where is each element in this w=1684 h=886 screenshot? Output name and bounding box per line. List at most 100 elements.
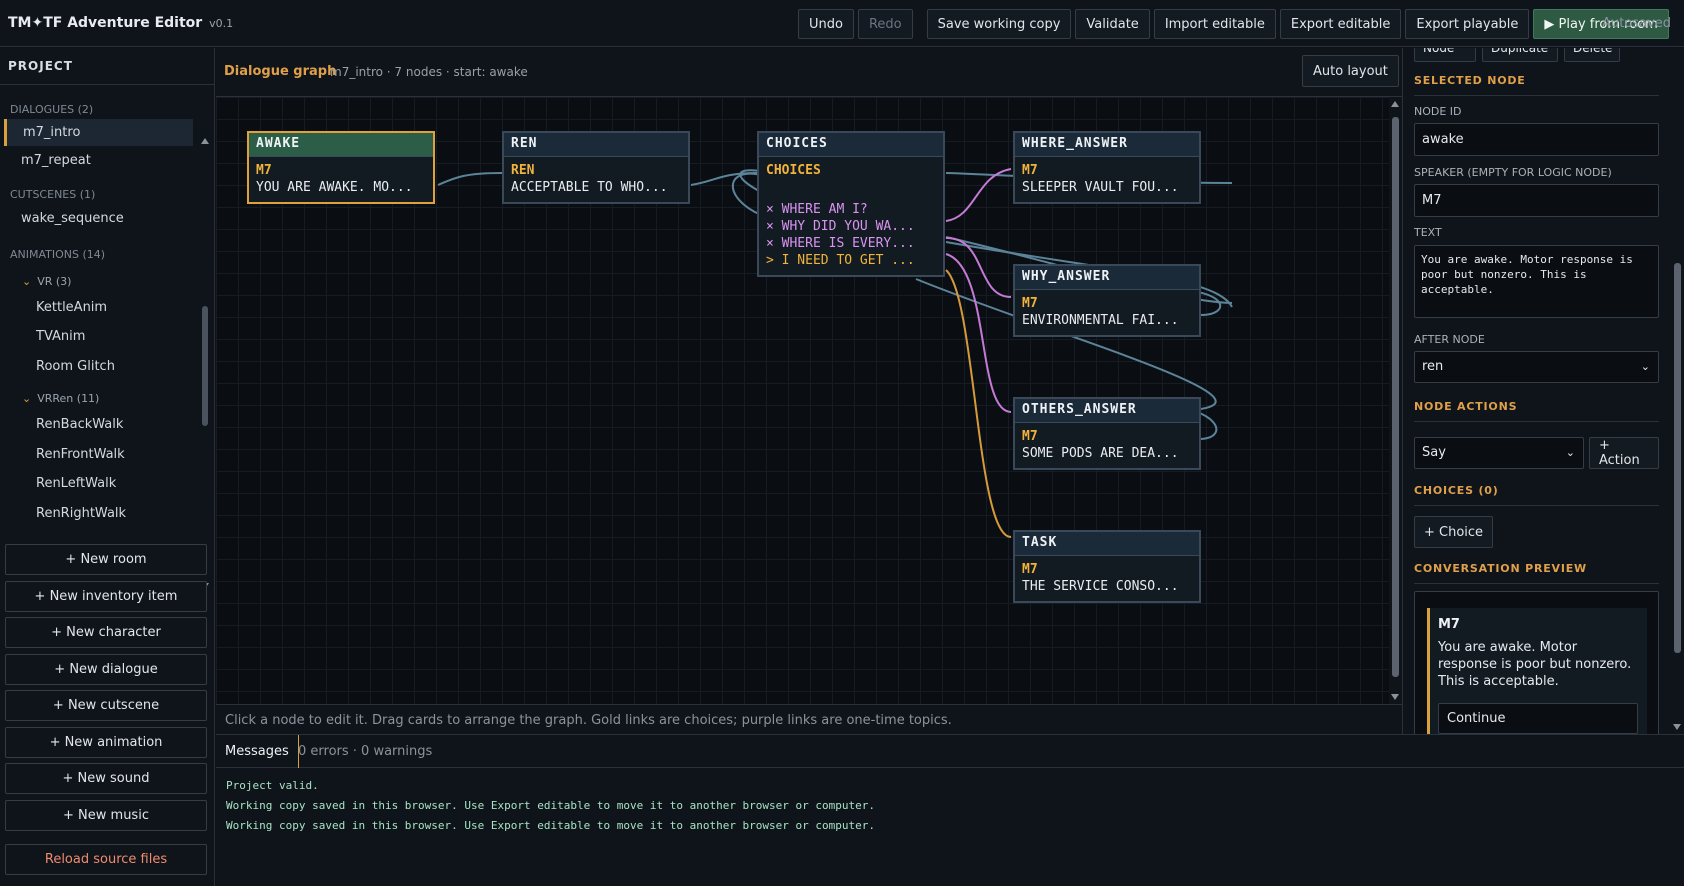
- node-speaker: M7: [1022, 296, 1038, 311]
- sidebar-scrollbar[interactable]: [200, 136, 210, 591]
- caret-down-icon: ⌄: [22, 275, 32, 288]
- node-speaker: M7: [1022, 429, 1038, 444]
- graph-node-task[interactable]: TASK M7 THE SERVICE CONSO...: [1013, 530, 1201, 603]
- scroll-up-icon[interactable]: [1391, 101, 1399, 107]
- node-text: ACCEPTABLE TO WHO...: [511, 180, 668, 195]
- node-text: SLEEPER VAULT FOU...: [1022, 180, 1179, 195]
- add-choice-button[interactable]: + Choice: [1414, 516, 1494, 548]
- link-topic-where: [945, 168, 1012, 222]
- export-editable-button[interactable]: Export editable: [1279, 9, 1402, 39]
- scroll-up-icon[interactable]: [201, 138, 209, 144]
- project-header: PROJECT: [0, 48, 214, 85]
- add-action-button[interactable]: + Action: [1589, 437, 1659, 469]
- chevron-down-icon: ⌄: [1640, 360, 1650, 373]
- graph-node-others-answer[interactable]: OTHERS_ANSWER M7 SOME PODS ARE DEA...: [1013, 397, 1201, 470]
- node-button[interactable]: Node: [1414, 48, 1476, 62]
- new-animation-button[interactable]: + New animation: [5, 727, 207, 758]
- tree-item-animation[interactable]: RenRightWalk: [36, 506, 126, 521]
- tree-item-animation[interactable]: RenLeftWalk: [36, 476, 116, 491]
- graph-node-awake[interactable]: AWAKE M7 YOU ARE AWAKE. MO...: [247, 131, 435, 204]
- speaker-input[interactable]: M7: [1414, 184, 1659, 217]
- tree-item-dialogue[interactable]: m7_intro: [4, 119, 193, 146]
- autosave-status: Autosaved: [1602, 16, 1671, 31]
- new-cutscene-button[interactable]: + New cutscene: [5, 690, 207, 721]
- app-name: TM✦TF Adventure Editor: [8, 15, 203, 31]
- duplicate-button[interactable]: Duplicate: [1482, 48, 1558, 62]
- choices-header: CHOICES (0): [1414, 484, 1659, 506]
- graph-scrollbar[interactable]: [1389, 97, 1402, 704]
- scrollbar-thumb[interactable]: [202, 306, 208, 426]
- log-line: Project valid.: [226, 779, 319, 792]
- inspector-scrollbar[interactable]: [1670, 48, 1684, 734]
- scroll-down-icon[interactable]: [1673, 724, 1681, 730]
- import-editable-button[interactable]: Import editable: [1153, 9, 1276, 39]
- node-id: CHOICES: [759, 133, 943, 157]
- continue-button[interactable]: Continue: [1438, 703, 1638, 734]
- redo-button[interactable]: Redo: [857, 9, 913, 39]
- tree-item-animation[interactable]: RenFrontWalk: [36, 447, 125, 462]
- project-sidebar: PROJECT DIALOGUES (2) m7_intro m7_repeat…: [0, 48, 215, 886]
- scrollbar-thumb[interactable]: [1392, 117, 1399, 677]
- node-id-label: NODE ID: [1414, 105, 1462, 118]
- action-type-select[interactable]: Say ⌄: [1414, 437, 1584, 469]
- tree-item-animation[interactable]: TVAnim: [36, 329, 85, 344]
- new-dialogue-button[interactable]: + New dialogue: [5, 654, 207, 685]
- text-area[interactable]: You are awake. Motor response is poor bu…: [1414, 245, 1659, 318]
- node-id: TASK: [1015, 532, 1199, 556]
- tree-group-vrren[interactable]: ⌄ VRRen (11): [22, 392, 99, 405]
- undo-button[interactable]: Undo: [798, 9, 854, 39]
- preview-speaker: M7: [1438, 617, 1460, 632]
- node-speaker: M7: [1022, 562, 1038, 577]
- messages-tab[interactable]: Messages: [216, 735, 299, 768]
- graph-hint: Click a node to edit it. Drag cards to a…: [216, 704, 1402, 734]
- new-inventory-item-button[interactable]: + New inventory item: [5, 581, 207, 612]
- node-id: OTHERS_ANSWER: [1015, 399, 1199, 423]
- chevron-down-icon: ⌄: [1565, 446, 1575, 459]
- scrollbar-thumb[interactable]: [1674, 263, 1681, 653]
- tree-item-cutscene[interactable]: wake_sequence: [21, 211, 124, 226]
- node-text: SOME PODS ARE DEA...: [1022, 446, 1179, 461]
- reload-source-files-button[interactable]: Reload source files: [5, 844, 207, 875]
- export-playable-button[interactable]: Export playable: [1405, 9, 1530, 39]
- node-text: THE SERVICE CONSO...: [1022, 579, 1179, 594]
- graph-node-choices[interactable]: CHOICES CHOICES × WHERE AM I? × WHY DID …: [757, 131, 945, 277]
- scroll-down-icon[interactable]: [1391, 694, 1399, 700]
- delete-button[interactable]: Delete: [1564, 48, 1620, 62]
- tree-item-animation[interactable]: KettleAnim: [36, 300, 107, 315]
- graph-node-why-answer[interactable]: WHY_ANSWER M7 ENVIRONMENTAL FAI...: [1013, 264, 1201, 337]
- tree-item-animation[interactable]: Room Glitch: [36, 359, 115, 374]
- new-music-button[interactable]: + New music: [5, 800, 207, 831]
- caret-down-icon: ⌄: [22, 392, 32, 405]
- tree-group-vr[interactable]: ⌄ VR (3): [22, 275, 71, 288]
- node-actions-header: NODE ACTIONS: [1414, 400, 1659, 422]
- graph-node-ren[interactable]: REN REN ACCEPTABLE TO WHO...: [502, 131, 690, 204]
- validate-button[interactable]: Validate: [1075, 9, 1150, 39]
- toolbar: Undo Redo Save working copy Validate Imp…: [798, 9, 1673, 39]
- tree-group-label: VRRen (11): [37, 392, 100, 405]
- new-character-button[interactable]: + New character: [5, 617, 207, 648]
- messages-bar: Messages 0 errors · 0 warnings: [216, 734, 1684, 768]
- node-choice-topic: × WHY DID YOU WA...: [766, 219, 915, 234]
- node-id-input[interactable]: awake: [1414, 123, 1659, 156]
- graph-title: Dialogue graph: [224, 64, 337, 79]
- node-text: YOU ARE AWAKE. MO...: [256, 180, 413, 195]
- graph-header: Dialogue graph m7_intro · 7 nodes · star…: [216, 48, 1402, 97]
- node-id: WHY_ANSWER: [1015, 266, 1199, 290]
- after-node-select[interactable]: ren ⌄: [1414, 351, 1659, 383]
- app-title: TM✦TF Adventure Editor v0.1: [8, 15, 233, 31]
- graph-node-where-answer[interactable]: WHERE_ANSWER M7 SLEEPER VAULT FOU...: [1013, 131, 1201, 204]
- selected-node-header: SELECTED NODE: [1414, 74, 1659, 96]
- new-room-button[interactable]: + New room: [5, 544, 207, 575]
- preview-card: M7 You are awake. Motor response is poor…: [1427, 608, 1647, 734]
- text-label: TEXT: [1414, 226, 1442, 239]
- action-type-value: Say: [1422, 445, 1446, 460]
- auto-layout-button[interactable]: Auto layout: [1302, 55, 1399, 87]
- tree-item-dialogue[interactable]: m7_repeat: [21, 153, 91, 168]
- tree-group-label: VR (3): [37, 275, 72, 288]
- new-sound-button[interactable]: + New sound: [5, 763, 207, 794]
- top-bar: TM✦TF Adventure Editor v0.1 Undo Redo Sa…: [0, 0, 1684, 47]
- dialogue-graph-canvas[interactable]: AWAKE M7 YOU ARE AWAKE. MO... REN REN AC…: [216, 97, 1402, 704]
- save-working-copy-button[interactable]: Save working copy: [926, 9, 1072, 39]
- section-dialogues: DIALOGUES (2): [10, 103, 94, 116]
- tree-item-animation[interactable]: RenBackWalk: [36, 417, 123, 432]
